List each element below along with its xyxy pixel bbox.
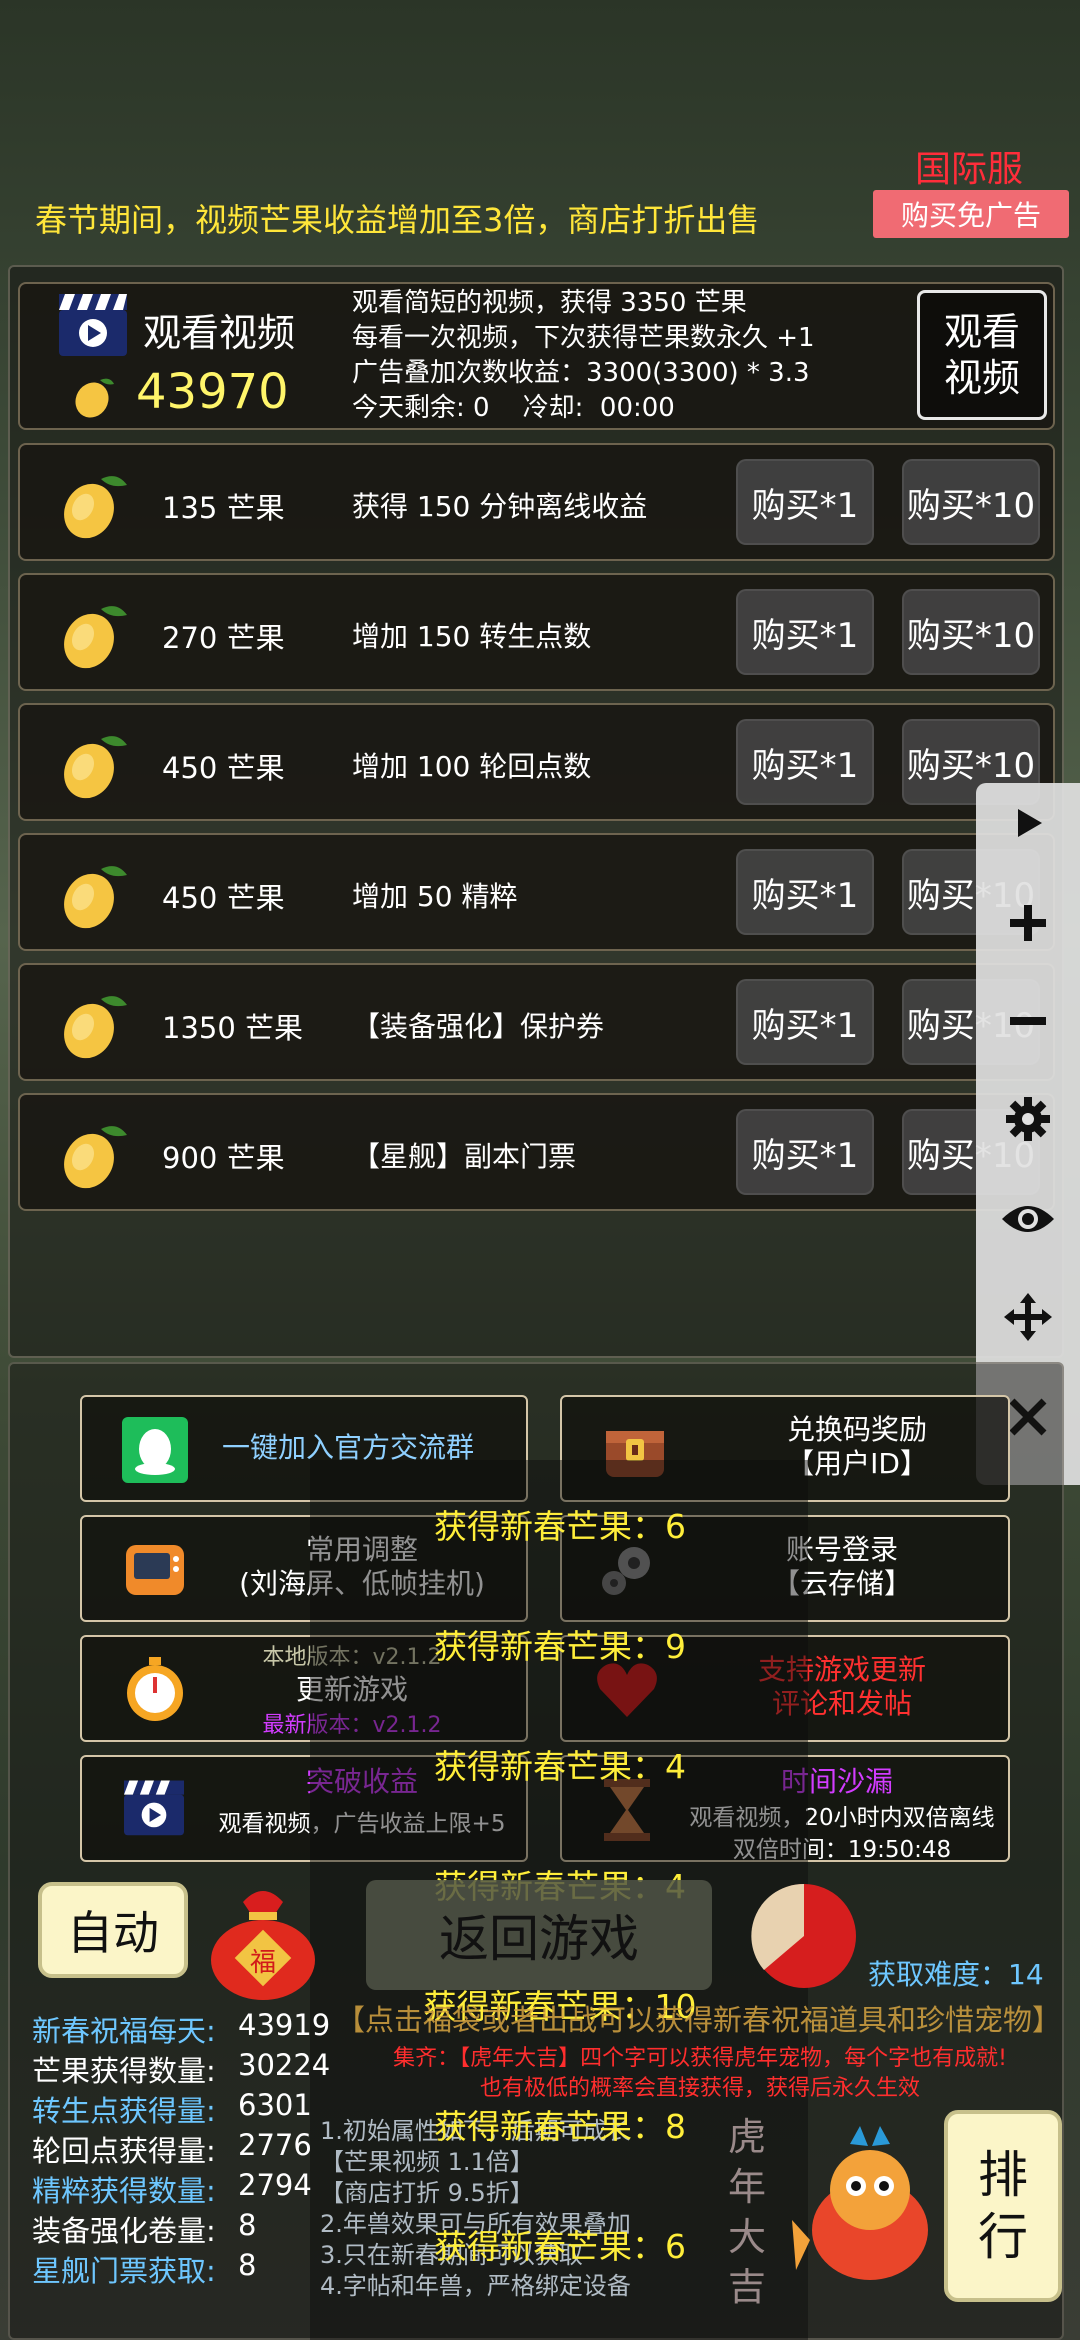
item-price: 450 芒果: [162, 751, 285, 785]
plus-icon[interactable]: [976, 883, 1080, 963]
auto-button[interactable]: 自动: [38, 1882, 188, 1978]
shop-item-row: 1350 芒果 【装备强化】保护券 购买*1 购买*10: [18, 963, 1055, 1081]
item-description: 【星舰】副本门票: [352, 1140, 577, 1173]
stat-label: 轮回点获得量:: [32, 2134, 216, 2168]
stat-value: 6301: [238, 2088, 312, 2122]
handheld-console-icon: [120, 1535, 190, 1605]
buy-ten-button[interactable]: 购买*10: [902, 589, 1040, 675]
move-icon[interactable]: [976, 1277, 1080, 1357]
stat-value: 8: [238, 2208, 257, 2242]
mango-icon: [55, 857, 131, 933]
red-ball-icon[interactable]: [748, 1880, 860, 1992]
minus-icon[interactable]: [976, 981, 1080, 1061]
item-price: 450 芒果: [162, 881, 285, 915]
shop-item-row: 450 芒果 增加 50 精粹 购买*1 购买*10: [18, 833, 1055, 951]
shop-item-row: 270 芒果 增加 150 转生点数 购买*1 购买*10: [18, 573, 1055, 691]
stat-label: 转生点获得量:: [32, 2094, 216, 2128]
note-line: 4.字帖和年兽，严格绑定设备: [320, 2272, 631, 2300]
reward-message: 获得新春芒果：9: [434, 1627, 686, 1666]
tiger-year-text: 虎 年 大 吉: [728, 2115, 767, 2309]
gear-icon[interactable]: [976, 1079, 1080, 1159]
return-to-game-button[interactable]: 返回游戏: [366, 1880, 712, 1990]
watch-video-button-label: 观看 视频: [943, 310, 1020, 400]
item-price: 270 芒果: [162, 621, 285, 655]
stat-label: 新春祝福每天:: [32, 2014, 216, 2048]
video-description: 观看简短的视频，获得 3350 芒果 每看一次视频，下次获得芒果数永久 +1 广…: [352, 286, 815, 426]
reward-message: 获得新春芒果：6: [434, 1507, 686, 1546]
item-description: 增加 150 转生点数: [352, 620, 592, 653]
video-desc-line: 观看简短的视频，获得 3350 芒果: [352, 288, 747, 318]
dragon-fish-mascot-icon: [790, 2120, 940, 2300]
video-desc-line: 今天剩余: 0 冷却: 00:00: [352, 393, 675, 423]
promo-text: 【点击福袋或者出战可以获得新春祝福道具和珍惜宠物】: [336, 2003, 1062, 2037]
stat-label: 装备强化卷量:: [32, 2214, 216, 2248]
item-description: 获得 150 分钟离线收益: [352, 490, 648, 523]
mango-icon: [55, 597, 131, 673]
qq-icon: [120, 1415, 190, 1485]
stat-value: 30224: [238, 2048, 331, 2082]
mango-icon: [55, 727, 131, 803]
stat-value: 8: [238, 2248, 257, 2282]
reward-message: 获得新春芒果：4: [434, 1747, 686, 1786]
server-region-label: 国际服: [915, 149, 1024, 190]
clapperboard-icon: [57, 290, 129, 358]
item-price: 900 芒果: [162, 1141, 285, 1175]
shop-item-row: 900 芒果 【星舰】副本门票 购买*1 购买*10: [18, 1093, 1055, 1211]
shop-item-row: 450 芒果 增加 100 轮回点数 购买*1 购买*10: [18, 703, 1055, 821]
stat-value: 2776: [238, 2128, 312, 2162]
item-description: 增加 50 精粹: [352, 880, 518, 913]
mango-icon: [70, 372, 118, 420]
stat-value: 2794: [238, 2168, 312, 2202]
stat-label: 芒果获得数量:: [32, 2054, 216, 2088]
shop-item-row: 135 芒果 获得 150 分钟离线收益 购买*1 购买*10: [18, 443, 1055, 561]
difficulty-label: 获取难度：14: [868, 1958, 1044, 1991]
lucky-bag-icon[interactable]: 福: [205, 1880, 321, 2000]
watch-video-title: 观看视频: [143, 311, 296, 355]
buy-one-button[interactable]: 购买*1: [736, 849, 874, 935]
ranking-label: 排 行: [978, 2146, 1028, 2266]
collect-hint: 集齐：【虎年大吉】四个字可以获得虎年宠物，每个字也有成就!: [393, 2046, 1007, 2071]
note-line: 【芒果视频 1.1倍】: [320, 2148, 534, 2176]
play-icon[interactable]: [976, 783, 1080, 863]
watch-video-button[interactable]: 观看 视频: [917, 290, 1047, 420]
item-price: 135 芒果: [162, 491, 285, 525]
item-description: 增加 100 轮回点数: [352, 750, 592, 783]
clapperboard-icon: [122, 1777, 192, 1847]
fu-character: 福: [249, 1948, 276, 1978]
collect-hint: 也有极低的概率会直接获得，获得后永久生效: [479, 2076, 920, 2101]
note-line: 【商店打折 9.5折】: [320, 2179, 534, 2207]
mango-total: 43970: [136, 364, 289, 420]
ranking-button[interactable]: 排 行: [944, 2110, 1062, 2302]
item-price: 1350 芒果: [162, 1011, 304, 1045]
item-description: 【装备强化】保护券: [352, 1010, 605, 1043]
buy-one-button[interactable]: 购买*1: [736, 589, 874, 675]
stat-value: 43919: [238, 2008, 331, 2042]
buy-one-button[interactable]: 购买*1: [736, 719, 874, 805]
buy-one-button[interactable]: 购买*1: [736, 979, 874, 1065]
mango-icon: [55, 1117, 131, 1193]
buy-one-button[interactable]: 购买*1: [736, 1109, 874, 1195]
buy-no-ads-button[interactable]: 购买免广告: [873, 190, 1069, 238]
buy-ten-button[interactable]: 购买*10: [902, 459, 1040, 545]
eye-icon[interactable]: [976, 1179, 1080, 1259]
buy-one-button[interactable]: 购买*1: [736, 459, 874, 545]
mango-icon: [55, 987, 131, 1063]
redeem-code-line: 兑换码奖励: [786, 1413, 927, 1446]
mango-icon: [55, 467, 131, 543]
video-desc-line: 每看一次视频，下次获得芒果数永久 +1: [352, 323, 815, 353]
stat-label: 精粹获得数量:: [32, 2174, 216, 2208]
stat-label: 星舰门票获取:: [32, 2254, 216, 2288]
stopwatch-icon: [120, 1655, 190, 1725]
event-notice: 春节期间，视频芒果收益增加至3倍，商店打折出售: [35, 201, 760, 239]
video-desc-line: 广告叠加次数收益：3300(3300) * 3.3: [352, 358, 810, 388]
